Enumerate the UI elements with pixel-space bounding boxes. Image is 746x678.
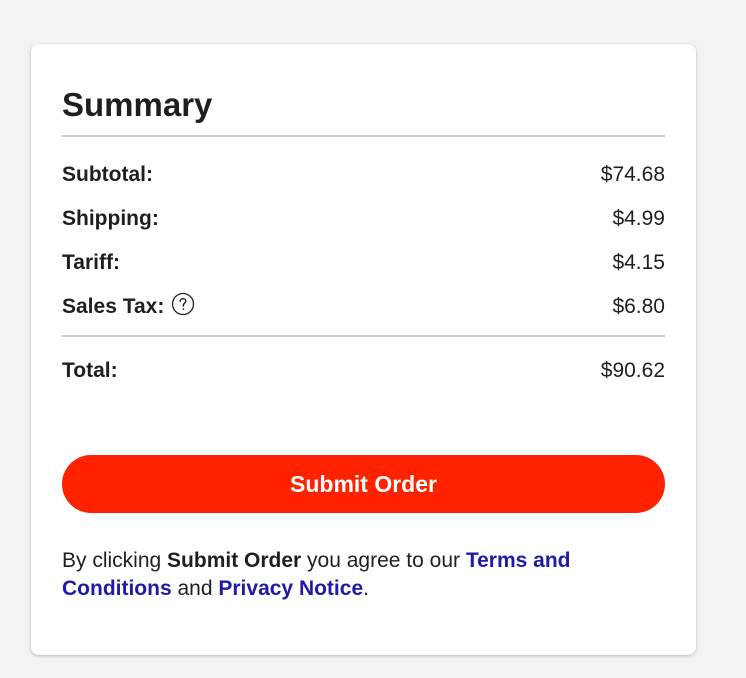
order-summary-card: Summary Subtotal: $74.68 Shipping: $4.99… (31, 44, 696, 655)
sales-tax-value: $6.80 (612, 295, 665, 318)
tariff-row: Tariff: $4.15 (62, 241, 665, 285)
subtotal-row: Subtotal: $74.68 (62, 153, 665, 197)
tariff-value: $4.15 (612, 251, 665, 274)
total-label: Total: (62, 359, 118, 382)
summary-line-items: Subtotal: $74.68 Shipping: $4.99 Tariff:… (62, 137, 665, 329)
shipping-value: $4.99 (612, 207, 665, 230)
legal-button-reference: Submit Order (167, 549, 302, 572)
summary-divider-total (62, 335, 665, 337)
shipping-row: Shipping: $4.99 (62, 197, 665, 241)
help-circle-icon-glyph (172, 292, 195, 316)
total-row: Total: $90.62 (62, 349, 665, 393)
sales-tax-row: Sales Tax: $6.80 (62, 285, 665, 329)
summary-title: Summary (62, 86, 213, 123)
legal-middle: you agree to our (301, 549, 466, 572)
privacy-notice-link[interactable]: Privacy Notice (218, 577, 363, 600)
legal-prefix: By clicking (62, 549, 168, 572)
sales-tax-label: Sales Tax: (62, 295, 165, 318)
legal-notice: By clicking Submit Order you agree to ou… (62, 547, 665, 603)
shipping-label: Shipping: (62, 207, 159, 230)
help-circle-icon[interactable] (171, 292, 195, 316)
legal-conjunction: and (171, 577, 219, 600)
subtotal-label: Subtotal: (62, 163, 153, 186)
total-value: $90.62 (600, 359, 665, 382)
subtotal-value: $74.68 (600, 163, 665, 186)
submit-order-button[interactable]: Submit Order (62, 455, 665, 513)
tariff-label: Tariff: (62, 251, 120, 274)
sales-tax-label-group: Sales Tax: (62, 292, 195, 319)
legal-suffix: . (363, 577, 369, 600)
